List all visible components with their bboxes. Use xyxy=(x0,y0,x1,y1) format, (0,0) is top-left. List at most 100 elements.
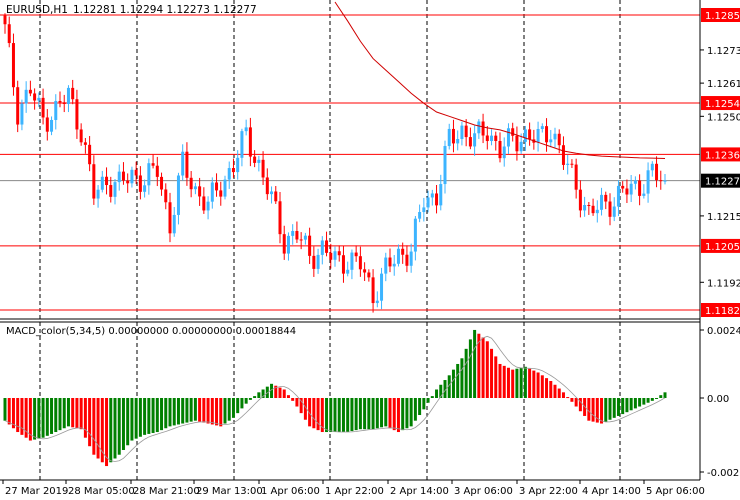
candle-bull xyxy=(443,146,447,185)
macd-bar xyxy=(528,368,532,398)
macd-bar xyxy=(168,398,172,427)
macd-bar xyxy=(460,358,464,398)
candle-bear xyxy=(528,129,532,140)
macd-bar xyxy=(206,398,210,424)
candle-bull xyxy=(380,273,384,301)
candle-bull xyxy=(223,179,227,197)
macd-bar xyxy=(341,398,345,433)
candle-bear xyxy=(511,128,515,136)
candle-bear xyxy=(16,87,20,125)
macd-bar xyxy=(202,398,206,423)
macd-bar xyxy=(96,398,100,459)
candle-bear xyxy=(312,255,316,269)
macd-bar xyxy=(130,398,134,441)
macd-bar xyxy=(604,398,608,422)
macd-bar xyxy=(536,372,540,398)
macd-bar xyxy=(367,398,371,430)
macd-bar xyxy=(215,398,219,426)
candle-bull xyxy=(506,128,510,147)
candle-bear xyxy=(655,163,659,181)
time-tick-label: 3 Apr 22:00 xyxy=(519,486,578,497)
macd-bar xyxy=(646,398,650,403)
candle-bull xyxy=(193,186,197,190)
macd-bar xyxy=(333,398,337,433)
macd-bar xyxy=(316,398,320,431)
candle-bull xyxy=(642,193,646,196)
macd-bar xyxy=(392,398,396,431)
time-tick-label: 3 Apr 06:00 xyxy=(454,486,513,497)
macd-bar xyxy=(83,398,87,438)
candle-bear xyxy=(329,252,333,260)
candle-bear xyxy=(494,135,498,142)
candle-bear xyxy=(570,163,574,165)
candle-bull xyxy=(422,207,426,213)
candle-bear xyxy=(659,180,663,182)
candle-bull xyxy=(24,89,28,104)
candle-bull xyxy=(240,131,244,158)
macd-bar xyxy=(295,398,299,407)
candle-bear xyxy=(92,164,96,199)
macd-bar xyxy=(79,398,83,430)
macd-bar xyxy=(396,398,400,433)
macd-bar xyxy=(561,392,565,398)
candle-bull xyxy=(291,231,295,236)
macd-bar xyxy=(151,398,155,433)
candle-bear xyxy=(371,277,375,304)
macd-bar xyxy=(126,398,130,446)
candle-bull xyxy=(413,218,417,252)
candle-bull xyxy=(346,269,350,274)
candle-bear xyxy=(608,201,612,217)
candle-bull xyxy=(633,180,637,184)
candle-bull xyxy=(477,121,481,134)
macd-bar xyxy=(405,398,409,429)
level-price-label: 1.12851 xyxy=(705,11,740,22)
candle-bear xyxy=(151,163,155,166)
candle-bear xyxy=(11,43,15,88)
candle-bear xyxy=(295,231,299,240)
candle-bull xyxy=(460,125,464,140)
macd-bar xyxy=(532,370,536,398)
price-tick-label: 1.12730 xyxy=(707,46,740,57)
macd-bar xyxy=(231,398,235,418)
macd-bar xyxy=(409,398,413,427)
macd-bar xyxy=(663,392,667,398)
macd-bar xyxy=(494,356,498,398)
candle-bull xyxy=(113,182,117,197)
macd-bar xyxy=(608,398,612,420)
macd-bar xyxy=(435,389,439,398)
macd-bar xyxy=(574,398,578,407)
macd-bar xyxy=(384,398,388,427)
candle-bear xyxy=(274,191,278,202)
macd-bar xyxy=(278,387,282,398)
candle-bear xyxy=(265,177,269,195)
macd-bar xyxy=(642,398,646,405)
time-tick-label: 27 Mar 2019 xyxy=(5,486,68,497)
macd-bar xyxy=(468,339,472,398)
candle-bear xyxy=(41,97,45,118)
macd-bar xyxy=(58,398,62,431)
candle-bull xyxy=(553,133,557,140)
macd-bar xyxy=(570,398,574,402)
macd-bar xyxy=(485,341,489,398)
candle-bear xyxy=(3,15,7,25)
macd-bar xyxy=(286,395,290,398)
macd-bar xyxy=(418,398,422,416)
price-tick-label: 1.11925 xyxy=(707,278,740,289)
candle-bull xyxy=(426,197,430,208)
macd-bar xyxy=(371,398,375,430)
candle-bull xyxy=(549,139,553,143)
macd-bar xyxy=(519,367,523,398)
macd-bar xyxy=(350,398,354,432)
candle-bear xyxy=(587,205,591,207)
candle-bear xyxy=(638,180,642,196)
candle-bull xyxy=(244,127,248,132)
macd-bar xyxy=(566,397,570,399)
candle-bear xyxy=(168,202,172,234)
macd-bar xyxy=(523,366,527,398)
chart-canvas[interactable]: 1.12851 1.12546 1.12368 1.12051 1.11829 1.122… xyxy=(0,0,740,500)
candle-bear xyxy=(62,102,66,105)
candle-bear xyxy=(83,142,87,145)
macd-bar xyxy=(92,398,96,455)
candle-bear xyxy=(481,121,485,136)
candle-bull xyxy=(20,103,24,125)
